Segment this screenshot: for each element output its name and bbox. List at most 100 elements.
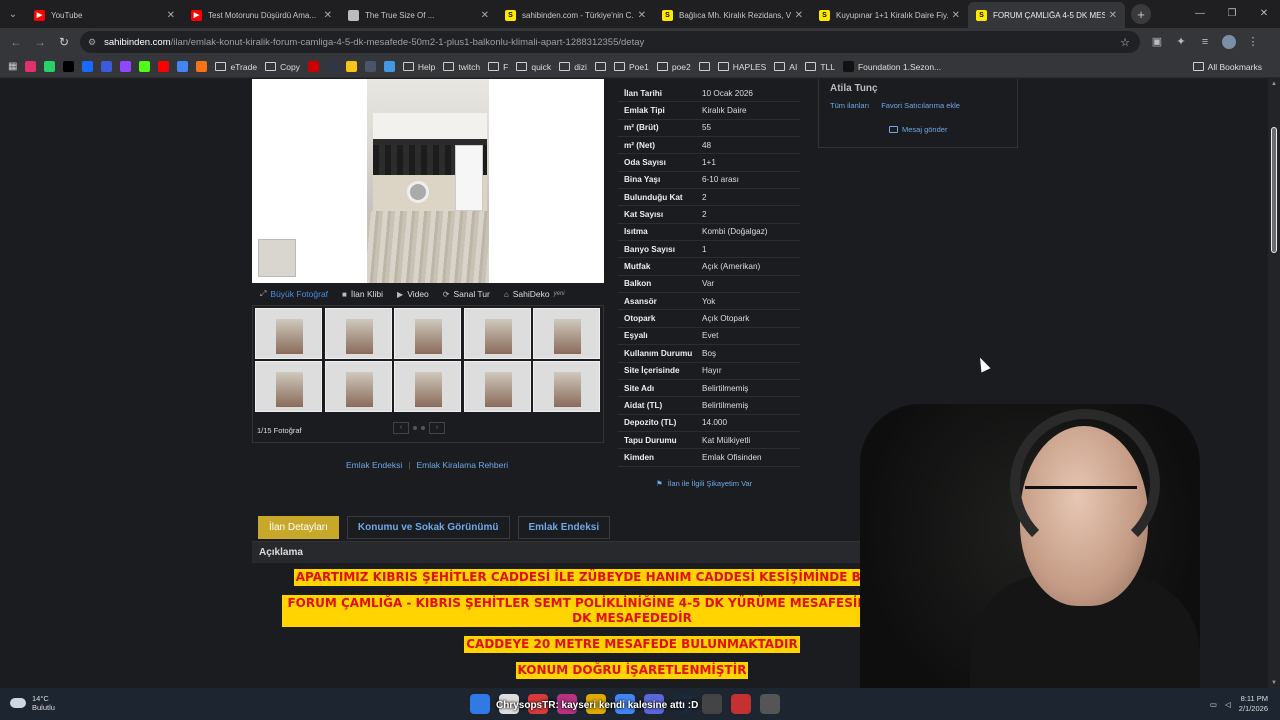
obs-icon[interactable] xyxy=(731,694,751,714)
browser-tab[interactable]: The True Size Of ... ✕ xyxy=(340,2,497,28)
gallery-corner-thumbnail[interactable] xyxy=(258,239,296,277)
bookmark-item[interactable]: eTrade xyxy=(215,62,257,72)
photo-thumbnail[interactable] xyxy=(324,308,392,359)
tab-close-icon[interactable]: ✕ xyxy=(1109,10,1117,21)
page-dot[interactable] xyxy=(413,426,417,430)
close-window-icon[interactable]: ✕ xyxy=(1248,0,1280,28)
bookmark-item[interactable] xyxy=(158,61,173,72)
tab-close-icon[interactable]: ✕ xyxy=(638,10,646,21)
bookmark-item[interactable] xyxy=(25,61,40,72)
back-icon[interactable]: ← xyxy=(4,35,28,49)
browser-tab[interactable]: ▶ YouTube ✕ xyxy=(26,2,183,28)
scrollbar-thumb[interactable] xyxy=(1271,127,1277,253)
all-bookmarks[interactable]: All Bookmarks xyxy=(1192,62,1262,72)
reload-icon[interactable]: ↻ xyxy=(52,35,76,49)
bookmark-item[interactable] xyxy=(196,61,211,72)
weather-widget[interactable]: 14°C Bulutlu xyxy=(10,694,55,712)
browser-tab[interactable]: S Bağlıca Mh. Kiralık Rezidans, Ve... ✕ xyxy=(654,2,811,28)
tab-close-icon[interactable]: ✕ xyxy=(167,10,175,21)
bookmark-item[interactable] xyxy=(698,62,714,71)
browser-tab[interactable]: S FORUM ÇAMLIĞA 4-5 DK MESA... ✕ xyxy=(968,2,1125,28)
bookmark-item[interactable] xyxy=(345,61,361,72)
bookmark-item[interactable]: HAPLES xyxy=(717,62,766,72)
media-button[interactable]: ■ İlan Klibi xyxy=(342,289,383,299)
photo-thumbnail[interactable] xyxy=(463,361,531,412)
all-listings-link[interactable]: Tüm ilanları xyxy=(830,101,869,110)
photo-thumbnail[interactable] xyxy=(394,308,461,359)
bookmark-item[interactable]: Foundation 1.Sezon... xyxy=(842,61,941,72)
photo-thumbnail[interactable] xyxy=(394,361,461,412)
translate-icon[interactable]: ▣ xyxy=(1150,35,1164,49)
complaint-link[interactable]: ⚑ İlan ile İlgili Şikayetim Var xyxy=(656,479,752,488)
tab-search-icon[interactable]: ⌄ xyxy=(0,0,26,28)
bookmark-item[interactable] xyxy=(364,61,380,72)
network-icon[interactable]: ▭ xyxy=(1210,700,1217,709)
tab-close-icon[interactable]: ✕ xyxy=(324,10,332,21)
site-info-icon[interactable]: ⚙ xyxy=(88,37,96,48)
send-message-link[interactable]: Mesaj gönder xyxy=(889,125,947,134)
page-tab[interactable]: İlan Detayları xyxy=(258,516,339,539)
bookmark-item[interactable] xyxy=(44,61,59,72)
app-icon[interactable] xyxy=(760,694,780,714)
profile-avatar[interactable] xyxy=(1222,35,1236,49)
bookmark-item[interactable]: Help xyxy=(402,62,435,72)
browser-tab[interactable]: ▶ Test Motorunu Düşürdü Ama... ✕ xyxy=(183,2,340,28)
tab-close-icon[interactable]: ✕ xyxy=(952,10,960,21)
bookmark-item[interactable]: dizi xyxy=(559,62,587,72)
photo-thumbnail[interactable] xyxy=(324,361,392,412)
bookmark-item[interactable]: twitch xyxy=(443,62,480,72)
media-button[interactable]: ⟳ Sanal Tur xyxy=(443,289,490,299)
media-button[interactable]: ▶ Video xyxy=(397,289,429,299)
apps-icon[interactable]: ▦ xyxy=(8,61,17,72)
tab-close-icon[interactable]: ✕ xyxy=(795,10,803,21)
page-tab[interactable]: Emlak Endeksi xyxy=(517,516,611,539)
photo-thumbnail[interactable] xyxy=(463,308,531,359)
menu-icon[interactable]: ⋮ xyxy=(1246,35,1260,49)
forward-icon[interactable]: → xyxy=(28,35,52,49)
bookmark-item[interactable]: F xyxy=(488,62,508,72)
photo-thumbnail[interactable] xyxy=(255,361,322,412)
favorite-seller-link[interactable]: Favori Satıcılarıma ekle xyxy=(881,101,960,110)
browser-tab[interactable]: S Kuyupınar 1+1 Kiralık Daire Fiy... ✕ xyxy=(811,2,968,28)
address-bar[interactable]: ⚙ sahibinden.com /ilan/emlak-konut-kiral… xyxy=(80,31,1140,53)
next-page-button[interactable]: › xyxy=(429,422,445,434)
bookmark-item[interactable] xyxy=(177,61,192,72)
main-photo[interactable] xyxy=(367,79,489,283)
minimize-icon[interactable]: — xyxy=(1184,0,1216,28)
bookmark-item[interactable] xyxy=(307,61,323,72)
bookmark-item[interactable]: poe2 xyxy=(656,62,691,72)
prev-page-button[interactable]: ‹ xyxy=(393,422,409,434)
bookmark-item[interactable] xyxy=(594,62,610,71)
media-button[interactable]: ⤢ Büyük Fotoğraf xyxy=(260,289,328,299)
bookmark-item[interactable]: Poe1 xyxy=(613,62,649,72)
page-scrollbar[interactable]: ▲ ▼ xyxy=(1268,79,1280,688)
bookmark-item[interactable]: AI xyxy=(774,62,797,72)
browser-tab[interactable]: Ssahibinden.com - Türkiye'nin C... ✕ xyxy=(497,2,654,28)
new-tab-button[interactable]: + xyxy=(1131,4,1151,24)
restore-icon[interactable]: ❐ xyxy=(1216,0,1248,28)
bookmark-item[interactable] xyxy=(63,61,78,72)
bookmark-item[interactable] xyxy=(383,61,399,72)
photo-thumbnail[interactable] xyxy=(255,308,322,359)
bookmark-item[interactable] xyxy=(101,61,116,72)
extensions-icon[interactable]: ✦ xyxy=(1174,35,1188,49)
volume-icon[interactable]: ◁ xyxy=(1225,700,1231,709)
bookmark-item[interactable]: quick xyxy=(516,62,551,72)
bookmark-item[interactable] xyxy=(120,61,135,72)
bookmark-item[interactable] xyxy=(139,61,154,72)
page-tab[interactable]: Konumu ve Sokak Görünümü xyxy=(346,516,510,539)
media-button[interactable]: ⌂ SahiDeko yeni xyxy=(504,289,565,299)
tab-close-icon[interactable]: ✕ xyxy=(481,10,489,21)
kiralama-rehberi-link[interactable]: Emlak Kiralama Rehberi xyxy=(416,460,508,470)
photo-thumbnail[interactable] xyxy=(533,308,600,359)
bookmark-star-icon[interactable]: ☆ xyxy=(1120,36,1130,49)
bookmark-item[interactable]: TLL xyxy=(805,62,835,72)
bookmark-item[interactable] xyxy=(82,61,97,72)
emlak-endeksi-link[interactable]: Emlak Endeksi xyxy=(346,460,402,470)
start-icon[interactable] xyxy=(470,694,490,714)
page-dot[interactable] xyxy=(421,426,425,430)
bookmark-item[interactable] xyxy=(326,61,342,72)
photo-thumbnail[interactable] xyxy=(533,361,600,412)
bookmark-item[interactable]: Copy xyxy=(265,62,300,72)
clock[interactable]: 8:11 PM 2/1/2026 xyxy=(1239,694,1268,714)
